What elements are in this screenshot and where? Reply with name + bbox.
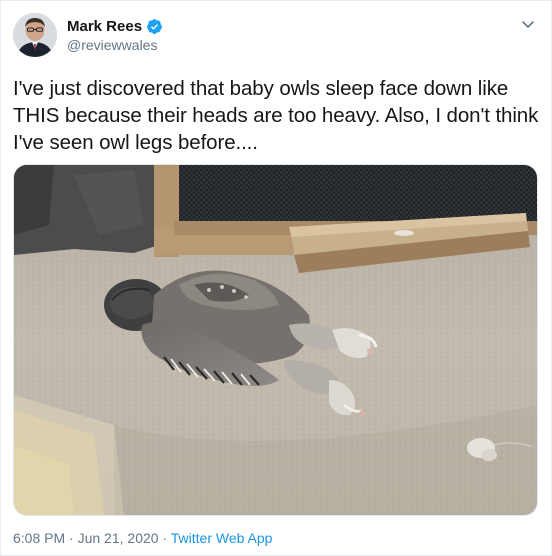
tweet-text: I've just discovered that baby owls slee… (13, 77, 544, 154)
avatar-image (13, 13, 57, 57)
author-handle[interactable]: @reviewwales (67, 37, 157, 53)
tweet-photo[interactable] (13, 164, 538, 516)
tweet-meta: 6:08 PM · Jun 21, 2020 · Twitter Web App (13, 530, 272, 546)
author-name-row: Mark Rees (67, 16, 163, 36)
avatar[interactable] (13, 13, 57, 57)
display-name[interactable]: Mark Rees (67, 18, 142, 35)
chevron-down-icon[interactable] (519, 15, 537, 33)
tweet-date[interactable]: Jun 21, 2020 (78, 530, 159, 546)
owl-photo-image (14, 165, 537, 515)
tweet-source-link[interactable]: Twitter Web App (171, 530, 273, 546)
tweet-card[interactable]: Mark Rees @reviewwales I've just discove… (0, 0, 552, 556)
meta-separator: · (65, 530, 78, 546)
verified-badge-icon (146, 18, 163, 35)
meta-separator: · (158, 530, 171, 546)
tweet-time[interactable]: 6:08 PM (13, 530, 65, 546)
